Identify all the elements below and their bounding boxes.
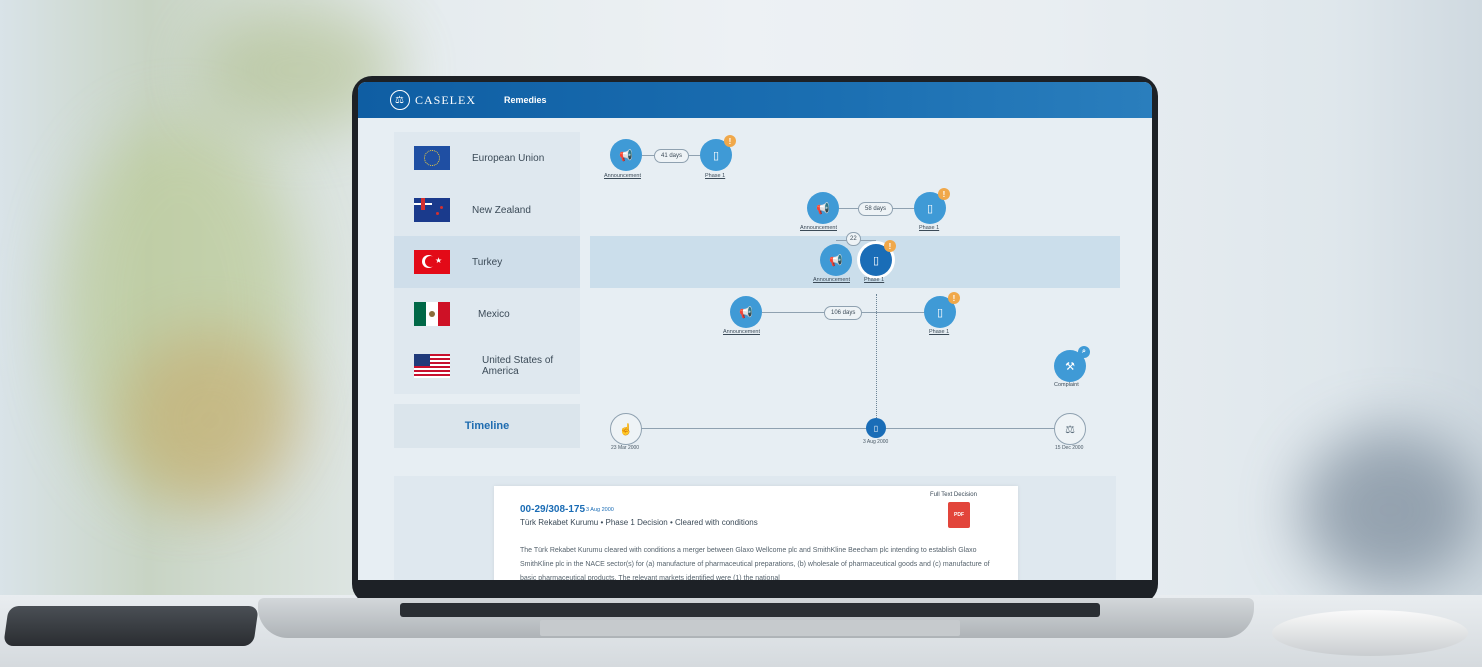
search-badge: ⌕ bbox=[1078, 346, 1090, 358]
case-summary: The Türk Rekabet Kurumu cleared with con… bbox=[520, 547, 990, 580]
megaphone-icon: 📢 bbox=[619, 149, 633, 162]
nav-remedies[interactable]: Remedies bbox=[504, 95, 547, 105]
duration-pill: 22 bbox=[846, 232, 861, 246]
phase-label[interactable]: Phase 1 bbox=[705, 173, 725, 179]
timeline-axis bbox=[626, 428, 1070, 429]
announcement-node[interactable]: 📢 bbox=[807, 192, 839, 224]
app-logo[interactable]: ⚖ CASELEX bbox=[390, 90, 476, 110]
phase-label[interactable]: Phase 1 bbox=[919, 225, 939, 231]
country-label: Mexico bbox=[478, 308, 510, 320]
country-label: Turkey bbox=[472, 256, 503, 268]
country-label: New Zealand bbox=[472, 204, 531, 216]
timeline-start-node[interactable]: ☝ bbox=[610, 413, 642, 445]
phase-label[interactable]: Phase 1 bbox=[929, 329, 949, 335]
announcement-label[interactable]: Announcement bbox=[723, 329, 760, 335]
country-row-mexico[interactable]: Mexico bbox=[394, 288, 580, 340]
laptop-screen: ⚖ CASELEX Remedies European Union New Ze… bbox=[358, 82, 1152, 580]
alert-badge: ! bbox=[948, 292, 960, 304]
background-blur bbox=[120, 330, 300, 510]
tr-flag-icon: ★ bbox=[414, 250, 450, 274]
date-marker-line bbox=[876, 294, 877, 424]
megaphone-icon: 📢 bbox=[739, 306, 753, 319]
duration-pill: 58 days bbox=[858, 202, 894, 216]
country-list: European Union New Zealand ★ Turkey Mexi… bbox=[394, 132, 580, 394]
smartphone bbox=[3, 606, 259, 646]
full-text-decision-label: Full Text Decision bbox=[930, 492, 977, 498]
case-meta: Türk Rekabet Kurumu • Phase 1 Decision •… bbox=[520, 518, 758, 527]
computer-mouse bbox=[1272, 610, 1468, 656]
scales-icon: ⚖ bbox=[390, 90, 410, 110]
eu-flag-icon bbox=[414, 146, 450, 170]
announcement-node[interactable]: 📢 bbox=[820, 244, 852, 276]
timeline-end-node[interactable]: ⚖ bbox=[1054, 413, 1086, 445]
nz-flag-icon bbox=[414, 198, 450, 222]
timeline-current-date: 3 Aug 2000 bbox=[863, 439, 889, 445]
us-flag-icon bbox=[414, 354, 450, 378]
announcement-label[interactable]: Announcement bbox=[813, 277, 850, 283]
country-row-usa[interactable]: United States of America bbox=[394, 340, 580, 392]
country-row-turkey[interactable]: ★ Turkey bbox=[394, 236, 580, 288]
alert-badge: ! bbox=[938, 188, 950, 200]
alert-badge: ! bbox=[884, 240, 896, 252]
timeline-button[interactable]: Timeline bbox=[394, 404, 580, 448]
duration-pill: 41 days bbox=[654, 149, 690, 163]
country-label: European Union bbox=[472, 152, 545, 164]
background-blur bbox=[1300, 430, 1480, 590]
mx-flag-icon bbox=[414, 302, 450, 326]
announcement-label[interactable]: Announcement bbox=[800, 225, 837, 231]
laptop-keyboard bbox=[400, 603, 1100, 617]
document-icon: ▯ bbox=[926, 202, 934, 215]
hand-icon: ☝ bbox=[619, 423, 633, 436]
phase-label[interactable]: Phase 1 bbox=[864, 277, 884, 283]
megaphone-icon: 📢 bbox=[816, 202, 830, 215]
gavel-icon: ⚒ bbox=[1065, 360, 1075, 373]
announcement-node[interactable]: 📢 bbox=[610, 139, 642, 171]
case-card: 00-29/308-175 3 Aug 2000 Türk Rekabet Ku… bbox=[494, 486, 1018, 580]
timeline-start-date: 23 Mar 2000 bbox=[611, 445, 640, 451]
case-id-link[interactable]: 00-29/308-175 bbox=[520, 504, 585, 515]
document-icon: ▯ bbox=[936, 306, 944, 319]
complaint-label[interactable]: Complaint bbox=[1054, 382, 1079, 388]
pdf-icon[interactable]: PDF bbox=[948, 502, 970, 528]
country-row-eu[interactable]: European Union bbox=[394, 132, 580, 184]
country-row-nz[interactable]: New Zealand bbox=[394, 184, 580, 236]
duration-pill: 106 days bbox=[824, 306, 863, 320]
case-date: 3 Aug 2000 bbox=[586, 507, 614, 513]
document-icon: ▯ bbox=[872, 254, 880, 267]
scales-icon: ⚖ bbox=[1065, 423, 1075, 436]
alert-badge: ! bbox=[724, 135, 736, 147]
document-icon: ▯ bbox=[873, 423, 879, 433]
country-label: United States of America bbox=[482, 355, 554, 377]
timeline-end-date: 15 Dec 2000 bbox=[1055, 445, 1084, 451]
logo-text: CASELEX bbox=[415, 92, 476, 107]
announcement-node[interactable]: 📢 bbox=[730, 296, 762, 328]
timeline-current-node[interactable]: ▯ bbox=[866, 418, 886, 438]
document-icon: ▯ bbox=[712, 149, 720, 162]
laptop-trackpad bbox=[540, 620, 960, 636]
megaphone-icon: 📢 bbox=[829, 254, 843, 267]
announcement-label[interactable]: Announcement bbox=[604, 173, 641, 179]
app-header: ⚖ CASELEX Remedies bbox=[358, 82, 1152, 118]
